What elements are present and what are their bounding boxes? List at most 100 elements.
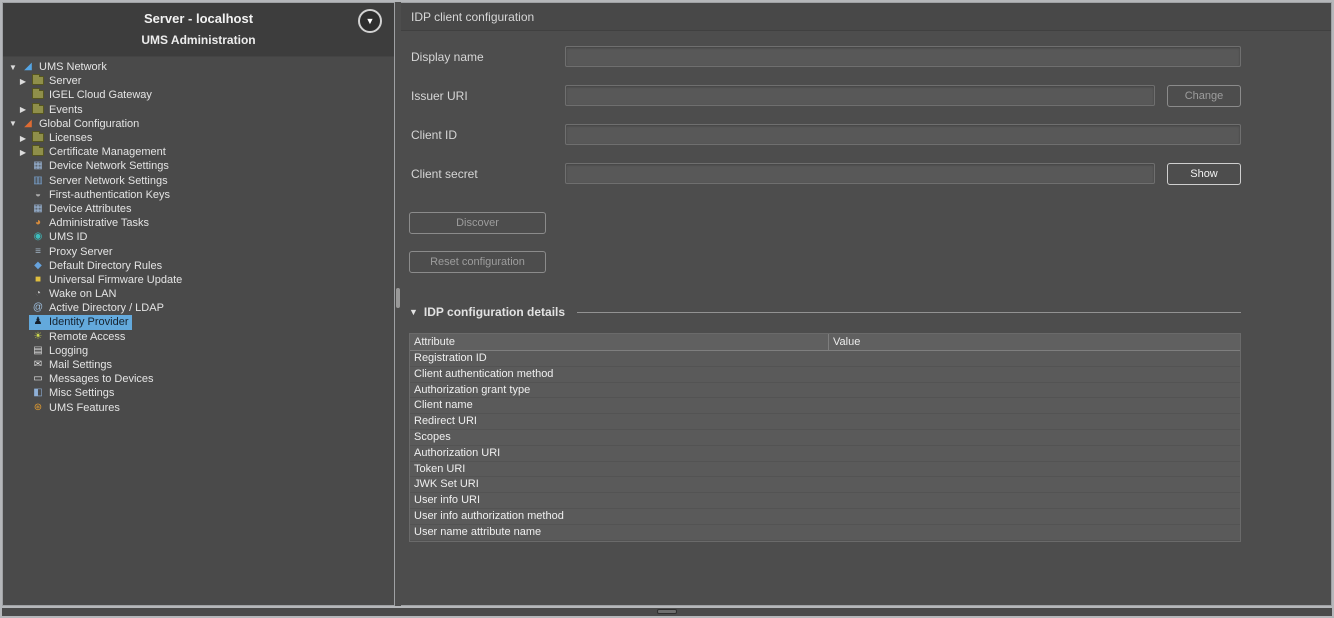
sidebar: Server - localhost ▼ UMS Administration … <box>2 2 395 606</box>
tree-item-device-network-settings[interactable]: ▦Device Network Settings <box>3 159 394 173</box>
display-name-input[interactable] <box>565 46 1241 67</box>
tree-item-label: Events <box>49 104 83 116</box>
expander-collapsed-icon[interactable]: ▶ <box>17 77 29 86</box>
tree-item-mail-settings[interactable]: ✉Mail Settings <box>3 358 394 372</box>
tree-item-wake-on-lan[interactable]: ◔Wake on LAN <box>3 287 394 301</box>
tree-item-misc-settings[interactable]: ◧Misc Settings <box>3 386 394 400</box>
tree-item-certificate-management[interactable]: ▶ Certificate Management <box>3 145 394 159</box>
expander-expanded-icon[interactable]: ▼ <box>7 63 19 72</box>
chevron-down-icon: ▼ <box>366 17 375 26</box>
tree-item-first-authentication-keys[interactable]: ◒First-authentication Keys <box>3 188 394 202</box>
ums-network-icon: ◢ <box>21 62 35 72</box>
client-secret-input[interactable] <box>565 163 1155 184</box>
tree-item-label: Certificate Management <box>49 146 166 158</box>
change-button[interactable]: Change <box>1167 85 1241 107</box>
tree-item-administrative-tasks[interactable]: ◕Administrative Tasks <box>3 216 394 230</box>
tree-item-messages-to-devices[interactable]: ▭Messages to Devices <box>3 372 394 386</box>
value-cell <box>829 525 1240 540</box>
expander-collapsed-icon[interactable]: ▶ <box>17 134 29 143</box>
wake-on-lan-icon: ◔ <box>31 289 45 299</box>
idp-client-form: Display name Issuer URI Change Client ID <box>401 31 1331 184</box>
tree-item-logging[interactable]: ▤ Logging <box>3 344 394 358</box>
tree-item-ums-features[interactable]: ⊛UMS Features <box>3 401 394 415</box>
value-column-header[interactable]: Value <box>829 334 1240 351</box>
tree-item-default-directory-rules[interactable]: ◆Default Directory Rules <box>3 259 394 273</box>
server-network-settings-icon: ▥ <box>31 176 45 186</box>
attribute-cell: Scopes <box>410 430 829 445</box>
tree-item-identity-provider[interactable]: ♟Identity Provider <box>3 315 394 329</box>
ums-id-icon: ◉ <box>31 232 45 242</box>
tree-item-label: Default Directory Rules <box>49 260 162 272</box>
table-row[interactable]: Client name <box>410 398 1240 414</box>
active-directory-icon: @ <box>31 303 45 313</box>
tree-item-label: Proxy Server <box>49 246 113 258</box>
table-row[interactable]: JWK Set URI <box>410 477 1240 493</box>
table-row[interactable]: Token URI <box>410 462 1240 478</box>
tree-item-global-configuration[interactable]: ▼◢Global Configuration <box>3 117 394 131</box>
folder-icon <box>31 131 45 145</box>
table-row[interactable]: Scopes <box>410 430 1240 446</box>
table-row[interactable]: User info URI <box>410 493 1240 509</box>
value-cell <box>829 462 1240 477</box>
tree-item-ums-network[interactable]: ▼◢UMS Network <box>3 60 394 74</box>
logging-icon: ▤ <box>31 346 45 356</box>
table-row[interactable]: Registration ID <box>410 351 1240 367</box>
bottom-splitter-grip-icon[interactable] <box>657 609 677 614</box>
tree-item-igel-cloud-gateway[interactable]: IGEL Cloud Gateway <box>3 88 394 102</box>
display-name-row: Display name <box>411 46 1331 67</box>
client-id-input[interactable] <box>565 124 1241 145</box>
tree-item-label: Mail Settings <box>49 359 112 371</box>
folder-icon <box>31 145 45 159</box>
table-row[interactable]: Authorization grant type <box>410 383 1240 399</box>
show-button[interactable]: Show <box>1167 163 1241 185</box>
tree-item-events[interactable]: ▶ Events <box>3 103 394 117</box>
global-configuration-icon: ◢ <box>21 119 35 129</box>
expander-collapsed-icon[interactable]: ▶ <box>17 148 29 157</box>
expander-expanded-icon[interactable]: ▼ <box>7 119 19 128</box>
issuer-uri-input[interactable] <box>565 85 1155 106</box>
attribute-cell: Authorization grant type <box>410 383 829 398</box>
tree-item-remote-access[interactable]: ☀Remote Access <box>3 330 394 344</box>
tree-item-proxy-server[interactable]: ≡Proxy Server <box>3 244 394 258</box>
discover-button[interactable]: Discover <box>409 212 546 234</box>
attribute-cell: User name attribute name <box>410 525 829 540</box>
splitter-grip-icon[interactable] <box>396 288 400 308</box>
tree-item-label: Messages to Devices <box>49 373 154 385</box>
tree-item-server[interactable]: ▶Server <box>3 74 394 88</box>
bottom-splitter-bar[interactable] <box>2 606 1332 616</box>
table-row[interactable]: User info authorization method <box>410 509 1240 525</box>
expander-collapsed-icon[interactable]: ▶ <box>17 105 29 114</box>
tree-item-label: Universal Firmware Update <box>49 274 182 286</box>
attribute-cell: Token URI <box>410 462 829 477</box>
device-attributes-icon: ▦ <box>31 204 45 214</box>
tree-item-active-directory-ldap[interactable]: @Active Directory / LDAP <box>3 301 394 315</box>
idp-details-table: Attribute Value Registration IDClient au… <box>409 333 1241 542</box>
ums-features-icon: ⊛ <box>31 403 45 413</box>
table-header: Attribute Value <box>410 334 1240 351</box>
table-row[interactable]: Redirect URI <box>410 414 1240 430</box>
sidebar-splitter[interactable] <box>395 2 401 606</box>
table-row[interactable]: User name attribute name <box>410 525 1240 541</box>
idp-details-section-header[interactable]: ▼ IDP configuration details <box>409 305 1241 319</box>
tree-item-universal-firmware-update[interactable]: ■Universal Firmware Update <box>3 273 394 287</box>
tree-item-server-network-settings[interactable]: ▥ Server Network Settings <box>3 174 394 188</box>
tree-item-label: Licenses <box>49 132 92 144</box>
tree-item-label: Logging <box>49 345 88 357</box>
table-row[interactable]: Authorization URI <box>410 446 1240 462</box>
device-network-settings-icon: ▦ <box>31 161 45 171</box>
table-row[interactable]: Client authentication method <box>410 367 1240 383</box>
tree-item-label: Identity Provider <box>49 316 128 328</box>
tree-item-label: Server Network Settings <box>49 175 168 187</box>
administrative-tasks-icon: ◕ <box>31 218 45 228</box>
sidebar-collapse-button[interactable]: ▼ <box>358 9 382 33</box>
tree-item-ums-id[interactable]: ◉UMS ID <box>3 230 394 244</box>
value-cell <box>829 414 1240 429</box>
attribute-cell: User info authorization method <box>410 509 829 524</box>
tree-item-licenses[interactable]: ▶ Licenses <box>3 131 394 145</box>
value-cell <box>829 398 1240 413</box>
misc-settings-icon: ◧ <box>31 388 45 398</box>
attribute-column-header[interactable]: Attribute <box>410 334 829 351</box>
navigation-tree: ▼◢UMS Network▶ServerIGEL Cloud Gateway ▶ E… <box>3 57 394 605</box>
reset-configuration-button[interactable]: Reset configuration <box>409 251 546 273</box>
tree-item-device-attributes[interactable]: ▦Device Attributes <box>3 202 394 216</box>
